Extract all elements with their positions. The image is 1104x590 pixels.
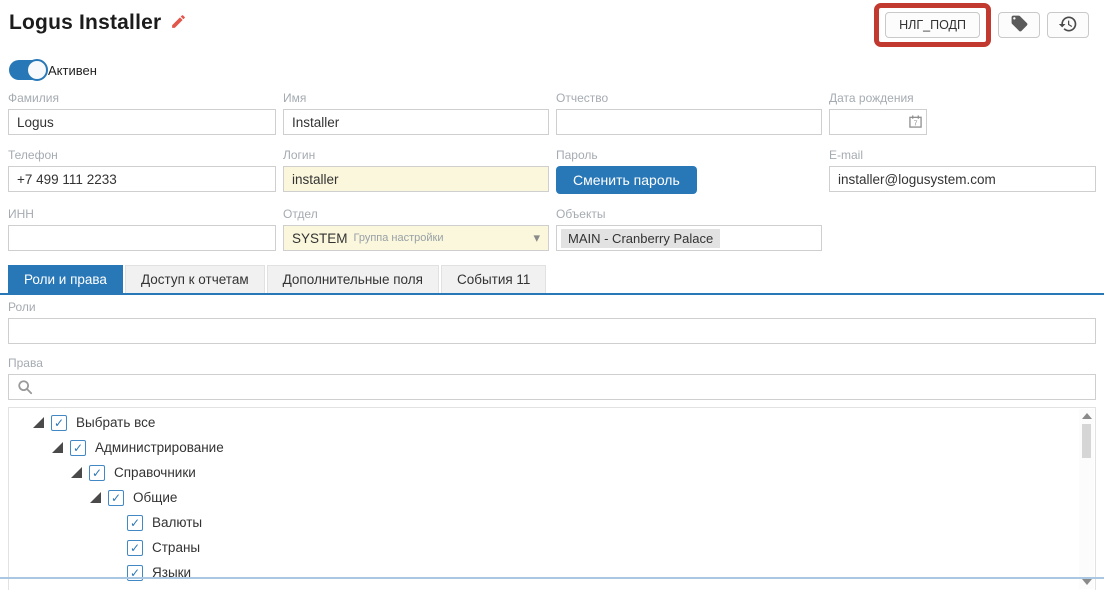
firstname-label: Имя xyxy=(283,91,549,105)
objects-input[interactable]: MAIN - Cranberry Palace xyxy=(556,225,822,251)
field-email: E-mail xyxy=(829,148,1096,194)
tree-item-label: Валюты xyxy=(152,515,202,530)
collapse-triangle-icon[interactable] xyxy=(90,492,101,503)
tab-report-access[interactable]: Доступ к отчетам xyxy=(125,265,265,293)
active-toggle-row: Активен xyxy=(9,60,1104,80)
scroll-down-icon[interactable] xyxy=(1082,579,1092,585)
field-password: Пароль Сменить пароль xyxy=(556,148,822,194)
password-label: Пароль xyxy=(556,148,822,162)
tags-button[interactable] xyxy=(998,12,1040,38)
login-input[interactable] xyxy=(283,166,549,192)
active-toggle[interactable] xyxy=(9,60,46,80)
tree-item-label: Администрирование xyxy=(95,440,224,455)
roles-input[interactable] xyxy=(8,318,1096,344)
field-firstname: Имя xyxy=(283,91,549,135)
tree-item-directories[interactable]: Справочники xyxy=(9,460,1095,485)
roles-label: Роли xyxy=(8,300,1096,314)
checkbox[interactable] xyxy=(127,540,143,556)
collapse-triangle-icon[interactable] xyxy=(71,467,82,478)
scroll-up-icon[interactable] xyxy=(1082,413,1092,419)
edit-pencil-icon[interactable] xyxy=(170,13,187,35)
collapse-triangle-icon[interactable] xyxy=(52,442,63,453)
tree-item-select-all[interactable]: Выбрать все xyxy=(9,410,1095,435)
tree-item-currencies[interactable]: Валюты xyxy=(9,510,1095,535)
department-value: SYSTEM xyxy=(292,231,348,246)
search-icon xyxy=(17,379,33,395)
roles-section: Роли xyxy=(0,300,1104,344)
field-lastname: Фамилия xyxy=(8,91,276,135)
inn-label: ИНН xyxy=(8,207,276,221)
history-icon xyxy=(1058,14,1078,37)
objects-label: Объекты xyxy=(556,207,822,221)
lastname-input[interactable] xyxy=(8,109,276,135)
calendar-icon[interactable]: 7 xyxy=(909,115,922,128)
rights-section: Права xyxy=(0,356,1104,400)
field-department: Отдел SYSTEM Группа настройки xyxy=(283,207,549,251)
tree-item-administration[interactable]: Администрирование xyxy=(9,435,1095,460)
lastname-label: Фамилия xyxy=(8,91,276,105)
login-label: Логин xyxy=(283,148,549,162)
checkbox[interactable] xyxy=(51,415,67,431)
department-select[interactable]: SYSTEM Группа настройки xyxy=(283,225,549,251)
field-birthdate: Дата рождения 7 xyxy=(829,91,1096,135)
tree-item-label: Выбрать все xyxy=(76,415,155,430)
checkbox[interactable] xyxy=(70,440,86,456)
birthdate-label: Дата рождения xyxy=(829,91,1096,105)
tree-item-languages[interactable]: Языки xyxy=(9,560,1095,585)
tree-scrollbar[interactable] xyxy=(1079,409,1094,589)
email-input[interactable] xyxy=(829,166,1096,192)
svg-text:7: 7 xyxy=(914,121,918,128)
scrollbar-thumb[interactable] xyxy=(1082,424,1091,458)
tree-item-label: Справочники xyxy=(114,465,196,480)
department-hint: Группа настройки xyxy=(354,232,444,244)
annotation-highlight-box: НЛГ_ПОДП xyxy=(874,3,991,47)
bottom-divider xyxy=(0,577,1104,579)
tab-roles-rights[interactable]: Роли и права xyxy=(8,265,123,293)
nlg-podp-button[interactable]: НЛГ_ПОДП xyxy=(885,12,980,38)
history-button[interactable] xyxy=(1047,12,1089,38)
tree-item-countries[interactable]: Страны xyxy=(9,535,1095,560)
field-phone: Телефон xyxy=(8,148,276,194)
email-label: E-mail xyxy=(829,148,1096,162)
toggle-knob xyxy=(26,59,48,81)
phone-input[interactable] xyxy=(8,166,276,192)
field-login: Логин xyxy=(283,148,549,194)
tree-item-label: Страны xyxy=(152,540,200,555)
header-actions: НЛГ_ПОДП xyxy=(874,3,1089,47)
middlename-input[interactable] xyxy=(556,109,822,135)
checkbox[interactable] xyxy=(127,515,143,531)
checkbox[interactable] xyxy=(108,490,124,506)
firstname-input[interactable] xyxy=(283,109,549,135)
tree-item-label: Общие xyxy=(133,490,177,505)
page-title: Logus Installer xyxy=(9,11,161,35)
tab-events[interactable]: События 11 xyxy=(441,265,547,293)
permissions-tree: Выбрать все Администрирование Справочник… xyxy=(8,407,1096,590)
tab-bar: Роли и права Доступ к отчетам Дополнител… xyxy=(0,265,1104,295)
rights-label: Права xyxy=(8,356,1096,370)
rights-search-input[interactable] xyxy=(8,374,1096,400)
field-objects: Объекты MAIN - Cranberry Palace xyxy=(556,207,822,251)
tree-item-partial[interactable] xyxy=(9,585,1095,590)
field-middlename: Отчество xyxy=(556,91,822,135)
department-label: Отдел xyxy=(283,207,549,221)
tab-additional-fields[interactable]: Дополнительные поля xyxy=(267,265,439,293)
change-password-button[interactable]: Сменить пароль xyxy=(556,166,697,194)
tag-icon xyxy=(1010,14,1029,36)
phone-label: Телефон xyxy=(8,148,276,162)
collapse-triangle-icon[interactable] xyxy=(33,417,44,428)
middlename-label: Отчество xyxy=(556,91,822,105)
active-toggle-label: Активен xyxy=(48,63,97,78)
user-form: Фамилия Имя Отчество Дата рождения 7 Тел… xyxy=(0,91,1104,264)
checkbox[interactable] xyxy=(89,465,105,481)
field-inn: ИНН xyxy=(8,207,276,251)
inn-input[interactable] xyxy=(8,225,276,251)
object-chip[interactable]: MAIN - Cranberry Palace xyxy=(561,229,720,248)
tree-item-common[interactable]: Общие xyxy=(9,485,1095,510)
